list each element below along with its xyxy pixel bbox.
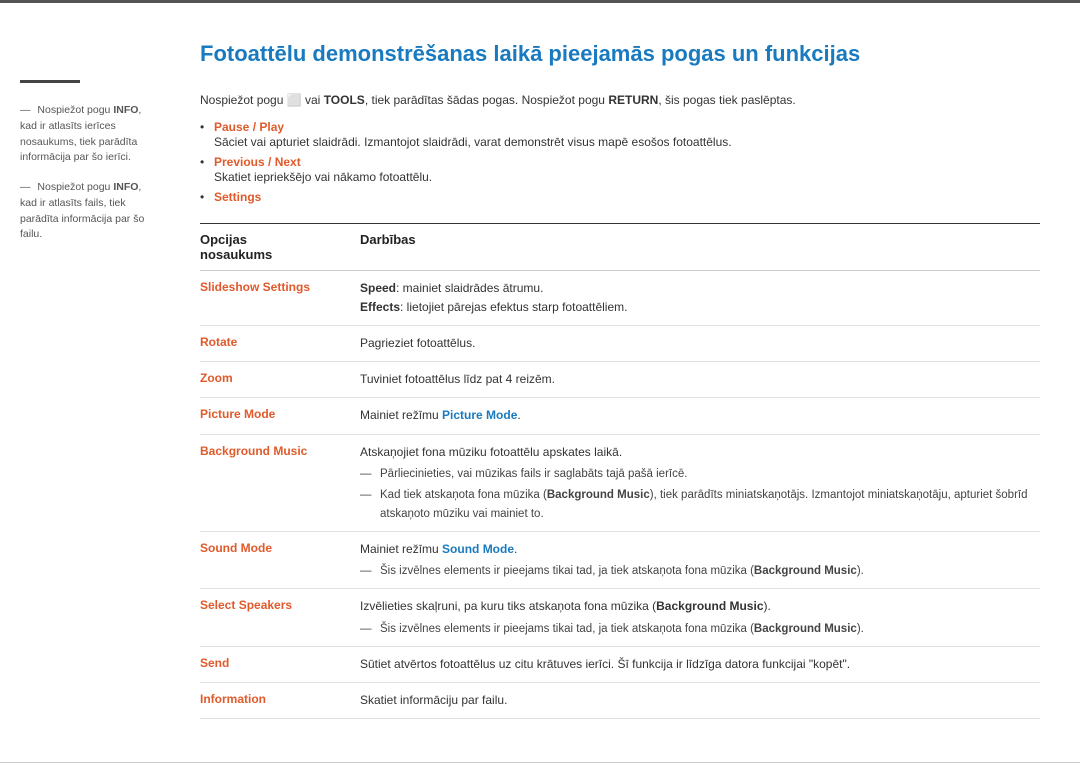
list-item-pause-play: Pause / Play Sāciet vai apturiet slaidrā… — [200, 117, 1040, 152]
sidebar-accent — [20, 80, 80, 83]
table-header: Opcijasnosaukums Darbības — [200, 223, 1040, 271]
prev-next-title: Previous / Next — [214, 155, 301, 169]
table-row: Rotate Pagrieziet fotoattēlus. — [200, 326, 1040, 362]
list-item-prev-next: Previous / Next Skatiet iepriekšējo vai … — [200, 152, 1040, 187]
sidebar-note-1: — Nospiežot pogu INFO, kad ir atlasīts i… — [20, 103, 160, 166]
table-row: Slideshow Settings Speed: mainiet slaidr… — [200, 271, 1040, 326]
action-select-speakers: Izvēlieties skaļruni, pa kuru tiks atska… — [360, 597, 1040, 638]
sidebar: — Nospiežot pogu INFO, kad ir atlasīts i… — [0, 0, 180, 763]
option-select-speakers: Select Speakers — [200, 597, 360, 612]
pause-play-title: Pause / Play — [214, 120, 284, 134]
table-row: Background Music Atskaņojiet fona mūziku… — [200, 435, 1040, 532]
main-content: Fotoattēlu demonstrēšanas laikā pieejamā… — [180, 0, 1080, 763]
settings-title: Settings — [214, 190, 261, 204]
option-bg-music: Background Music — [200, 443, 360, 458]
option-rotate: Rotate — [200, 334, 360, 349]
option-information: Information — [200, 691, 360, 706]
option-slideshow: Slideshow Settings — [200, 279, 360, 294]
option-send: Send — [200, 655, 360, 670]
action-send: Sūtiet atvērtos fotoattēlus uz citu krāt… — [360, 655, 1040, 674]
table-row: Information Skatiet informāciju par fail… — [200, 683, 1040, 719]
option-zoom: Zoom — [200, 370, 360, 385]
table-row: Sound Mode Mainiet režīmu Sound Mode. Ši… — [200, 532, 1040, 590]
feature-list: Pause / Play Sāciet vai apturiet slaidrā… — [200, 117, 1040, 207]
action-slideshow: Speed: mainiet slaidrādes ātrumu. Effect… — [360, 279, 1040, 317]
intro-text: Nospiežot pogu ⬜ vai TOOLS, tiek parādīt… — [200, 93, 1040, 107]
table-row: Send Sūtiet atvērtos fotoattēlus uz citu… — [200, 647, 1040, 683]
table-row: Zoom Tuviniet fotoattēlus līdz pat 4 rei… — [200, 362, 1040, 398]
table-row: Picture Mode Mainiet režīmu Picture Mode… — [200, 398, 1040, 434]
action-picture-mode: Mainiet režīmu Picture Mode. — [360, 406, 1040, 425]
action-rotate: Pagrieziet fotoattēlus. — [360, 334, 1040, 353]
prev-next-desc: Skatiet iepriekšējo vai nākamo fotoattēl… — [214, 170, 1040, 184]
sidebar-note-2: — Nospiežot pogu INFO, kad ir atlasīts f… — [20, 180, 160, 243]
pause-play-desc: Sāciet vai apturiet slaidrādi. Izmantojo… — [214, 135, 1040, 149]
option-picture-mode: Picture Mode — [200, 406, 360, 421]
col-action-header: Darbības — [360, 232, 1040, 262]
list-item-settings: Settings — [200, 187, 1040, 207]
action-bg-music: Atskaņojiet fona mūziku fotoattēlu apska… — [360, 443, 1040, 523]
page-title: Fotoattēlu demonstrēšanas laikā pieejamā… — [200, 40, 1040, 69]
col-option-header: Opcijasnosaukums — [200, 232, 360, 262]
action-information: Skatiet informāciju par failu. — [360, 691, 1040, 710]
action-sound-mode: Mainiet režīmu Sound Mode. Šis izvēlnes … — [360, 540, 1040, 581]
option-sound-mode: Sound Mode — [200, 540, 360, 555]
table-row: Select Speakers Izvēlieties skaļruni, pa… — [200, 589, 1040, 647]
action-zoom: Tuviniet fotoattēlus līdz pat 4 reizēm. — [360, 370, 1040, 389]
